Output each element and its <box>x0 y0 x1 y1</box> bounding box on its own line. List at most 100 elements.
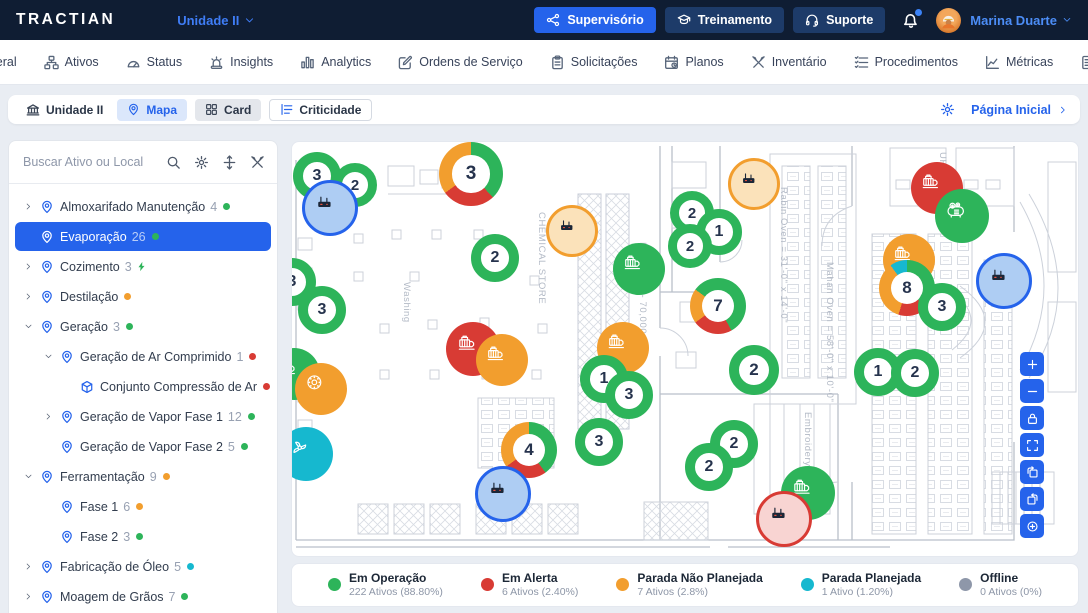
router-marker[interactable] <box>475 466 531 522</box>
tab-solicitacoes[interactable]: Solicitações <box>550 55 638 70</box>
status-donut-marker[interactable]: 7 <box>690 278 746 334</box>
tab-relatorios[interactable]: Relatórios <box>1080 55 1088 70</box>
asset-group-marker[interactable]: 3 <box>298 286 346 334</box>
map-view[interactable]: WashingCHEMICAL STOREInput Area - 70,000… <box>291 141 1079 557</box>
router-marker[interactable] <box>546 205 598 257</box>
tools-icon <box>751 55 766 70</box>
tree-item-destilacao[interactable]: Destilação <box>15 282 271 311</box>
chevron-down-icon[interactable] <box>21 322 36 331</box>
gear-icon[interactable] <box>194 155 209 170</box>
chevron-right-icon[interactable] <box>21 202 36 211</box>
target-button[interactable] <box>1020 514 1044 538</box>
chevron-right-icon[interactable] <box>21 292 36 301</box>
rotate-ccw-button[interactable] <box>1020 460 1044 484</box>
search-icon[interactable] <box>166 155 181 170</box>
pin-icon <box>38 200 55 214</box>
search-input[interactable] <box>21 154 156 170</box>
tree-item-fabricacao-de-oleo[interactable]: Fabricação de Óleo5 <box>15 552 271 581</box>
tab-visao-geral[interactable]: Visão Geral <box>0 55 17 70</box>
compressor-marker[interactable] <box>935 189 989 243</box>
tree-item-geracao-de-ar-comprimido[interactable]: Geração de Ar Comprimido1 <box>15 342 271 371</box>
asset-count: 3 <box>318 301 327 319</box>
tab-insights[interactable]: Insights <box>209 55 273 70</box>
unit-selector[interactable]: Unidade II <box>177 13 255 28</box>
edit-icon <box>398 55 413 70</box>
status-dot <box>136 533 143 540</box>
tree-item-evaporacao[interactable]: Evaporação26 <box>15 222 271 251</box>
tools-icon[interactable] <box>250 155 265 170</box>
tree-item-almoxarifado-manutencao[interactable]: Almoxarifado Manutenção4 <box>15 192 271 221</box>
chevron-right-icon[interactable] <box>41 412 56 421</box>
rotate-cw-button[interactable] <box>1020 487 1044 511</box>
asset-group-marker[interactable]: 3 <box>918 283 966 331</box>
zoom-out-button[interactable] <box>1020 379 1044 403</box>
treinamento-button[interactable]: Treinamento <box>665 7 784 33</box>
avatar[interactable] <box>936 8 961 33</box>
status-donut-marker[interactable]: 3 <box>439 142 503 206</box>
unit-breadcrumb[interactable]: Unidade II <box>20 99 109 121</box>
asset-group-marker[interactable]: 2 <box>668 224 712 268</box>
plan-label: Rabin Oven = 31'-0" x 14'-0" <box>778 187 789 323</box>
view-bar: Unidade II Mapa Card Criticidade Página In… <box>8 95 1080 124</box>
view-toggle-card[interactable]: Card <box>195 99 261 121</box>
fan-marker[interactable] <box>291 427 333 481</box>
settings-gear-icon[interactable] <box>940 102 955 117</box>
tree-item-moagem-de-graos[interactable]: Moagem de Grãos7 <box>15 582 271 611</box>
router-icon <box>559 218 586 245</box>
chevron-right-icon[interactable] <box>21 262 36 271</box>
motor-marker[interactable] <box>476 334 528 386</box>
asset-group-marker[interactable]: 2 <box>729 345 779 395</box>
lock-button[interactable] <box>1020 406 1044 430</box>
router-marker[interactable] <box>302 180 358 236</box>
tree-item-geracao-de-vapor-fase-1[interactable]: Geração de Vapor Fase 112 <box>15 402 271 431</box>
user-menu[interactable]: Marina Duarte <box>970 13 1072 28</box>
asset-group-marker[interactable]: 2 <box>471 234 519 282</box>
tree-item-fase-2[interactable]: Fase 23 <box>15 522 271 551</box>
legend-count: 222 Ativos (88.80%) <box>349 586 443 599</box>
notifications-button[interactable] <box>902 11 920 29</box>
tab-ordens-de-servico[interactable]: Ordens de Serviço <box>398 55 523 70</box>
tree-item-geracao-de-vapor-fase-2[interactable]: Geração de Vapor Fase 25 <box>15 432 271 461</box>
asset-group-marker[interactable]: 2 <box>685 443 733 491</box>
tree-item-cozimento[interactable]: Cozimento3 <box>15 252 271 281</box>
asset-group-marker[interactable]: 3 <box>575 418 623 466</box>
status-dot <box>136 503 143 510</box>
tree-item-conjunto-compressao-de-ar[interactable]: Conjunto Compressão de Ar <box>15 372 271 401</box>
view-toggle-mapa[interactable]: Mapa <box>117 99 187 121</box>
zoom-in-button[interactable] <box>1020 352 1044 376</box>
home-page-link[interactable]: Página Inicial <box>971 103 1068 117</box>
router-marker[interactable] <box>728 158 780 210</box>
chevron-down-icon[interactable] <box>21 472 36 481</box>
router-marker[interactable] <box>756 491 812 547</box>
view-toggle-criticidade[interactable]: Criticidade <box>269 99 372 121</box>
tab-status[interactable]: Status <box>126 55 182 70</box>
motor-marker[interactable] <box>613 243 665 295</box>
tab-analytics[interactable]: Analytics <box>300 55 371 70</box>
tab-inventario[interactable]: Inventário <box>751 55 827 70</box>
router-marker[interactable] <box>976 253 1032 309</box>
chevron-down-icon[interactable] <box>41 352 56 361</box>
suporte-button[interactable]: Suporte <box>793 7 885 33</box>
tree-item-ferramentacao[interactable]: Ferramentação9 <box>15 462 271 491</box>
tree-item-geracao[interactable]: Geração3 <box>15 312 271 341</box>
tree-item-fase-1[interactable]: Fase 16 <box>15 492 271 521</box>
bearing-marker[interactable] <box>295 363 347 415</box>
supervisorio-button[interactable]: Supervisório <box>534 7 655 33</box>
legend-label: Parada Planejada <box>822 571 921 585</box>
tab-procedimentos[interactable]: Procedimentos <box>854 55 958 70</box>
asset-group-marker[interactable]: 2 <box>891 349 939 397</box>
asset-count: 7 <box>169 590 176 604</box>
asset-group-marker[interactable]: 3 <box>605 371 653 419</box>
fullscreen-button[interactable] <box>1020 433 1044 457</box>
pin-icon <box>38 230 55 244</box>
asset-count: 2 <box>705 458 714 476</box>
tab-planos[interactable]: Planos <box>664 55 723 70</box>
motor-icon <box>623 253 654 284</box>
tractian-logo: TRACTIAN <box>16 11 115 29</box>
fit-icon[interactable] <box>222 155 237 170</box>
cube-icon <box>78 380 95 394</box>
tab-ativos[interactable]: Ativos <box>44 55 99 70</box>
chevron-right-icon[interactable] <box>21 592 36 601</box>
chevron-right-icon[interactable] <box>21 562 36 571</box>
tab-metricas[interactable]: Métricas <box>985 55 1053 70</box>
